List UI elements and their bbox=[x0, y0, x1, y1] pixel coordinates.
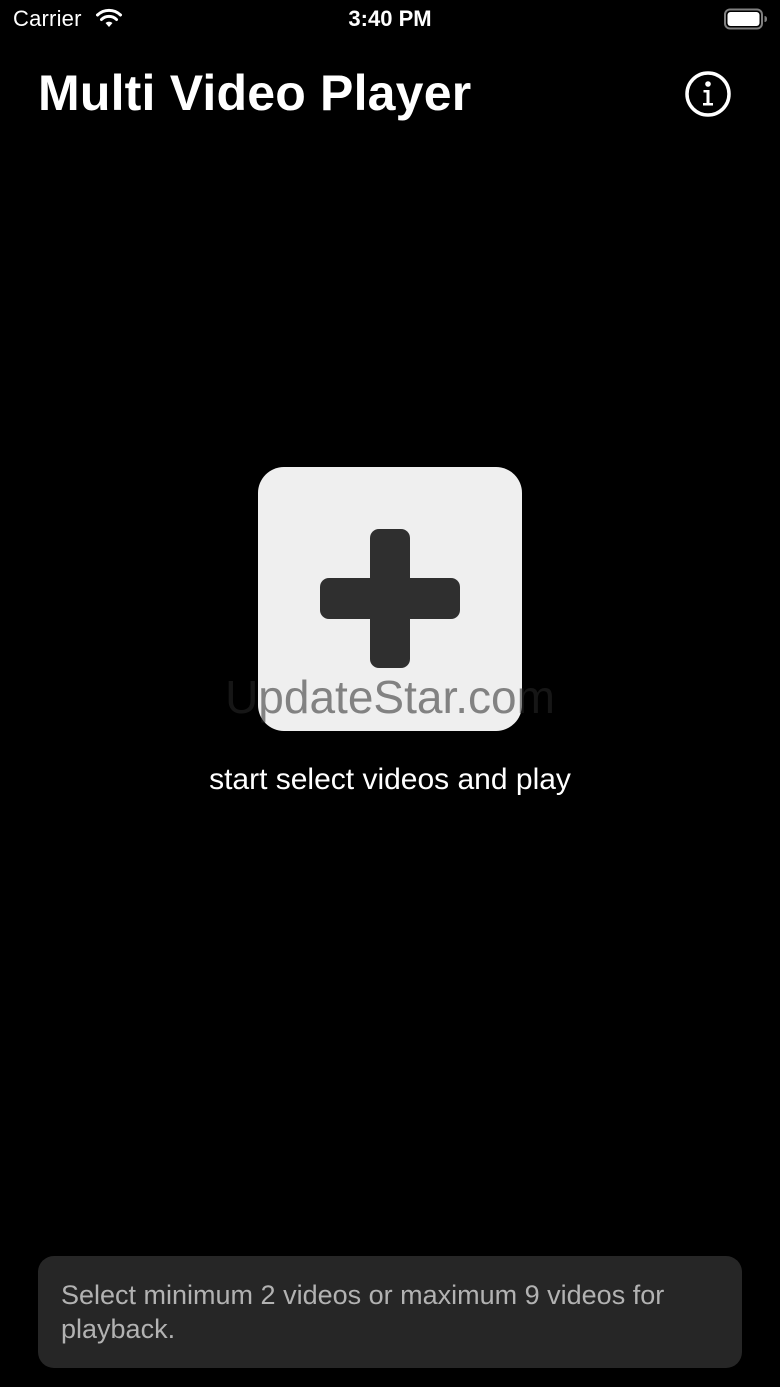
battery-icon bbox=[724, 8, 767, 30]
toast-message: Select minimum 2 videos or maximum 9 vid… bbox=[38, 1256, 742, 1368]
page-title: Multi Video Player bbox=[38, 65, 472, 121]
toast-text: Select minimum 2 videos or maximum 9 vid… bbox=[61, 1280, 665, 1344]
plus-icon bbox=[320, 529, 460, 668]
status-time: 3:40 PM bbox=[348, 6, 432, 31]
add-videos-button[interactable] bbox=[258, 467, 522, 731]
status-bar: Carrier 3:40 PM bbox=[0, 0, 780, 40]
info-icon[interactable] bbox=[684, 70, 732, 118]
start-hint-label: start select videos and play bbox=[209, 763, 571, 796]
